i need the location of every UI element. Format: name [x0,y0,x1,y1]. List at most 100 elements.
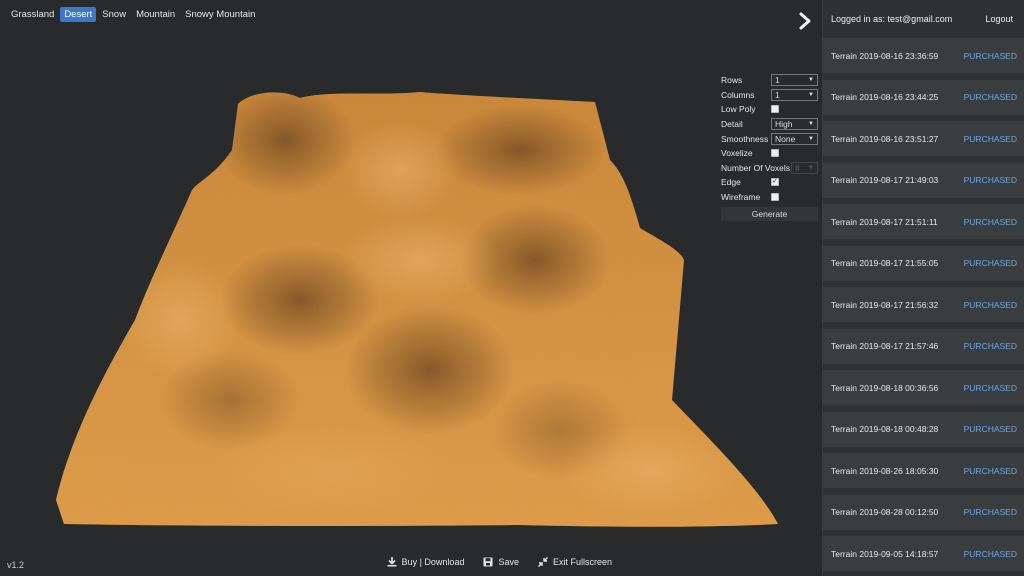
detail-select[interactable]: High ▼ [771,118,818,131]
low-poly-checkbox[interactable] [771,105,779,114]
save-button[interactable]: Save [483,557,519,567]
purchase-name: Terrain 2019-08-16 23:36:59 [831,50,939,61]
columns-row: Columns 1 ▼ [721,88,818,103]
purchase-item[interactable]: Terrain 2019-08-28 00:12:50 PURCHASED [823,494,1024,530]
purchase-item[interactable]: Terrain 2019-08-26 18:05:30 PURCHASED [823,453,1024,488]
num-voxels-row: Number Of Voxels 8 ▼ [721,161,818,176]
purchase-list: Terrain 2019-08-16 23:36:59 PURCHASED Terr… [823,38,1024,571]
edge-checkbox[interactable]: ✓ [771,178,779,187]
tab-snowy-mountain[interactable]: Snowy Mountain [181,7,259,22]
num-voxels-select[interactable]: 8 ▼ [791,161,818,174]
columns-label: Columns [721,89,755,100]
tab-desert[interactable]: Desert [60,7,97,22]
purchase-name: Terrain 2019-08-17 21:49:03 [831,175,939,185]
purchase-status[interactable]: PURCHASED [964,92,1017,102]
buy-download-label: Buy | Download [401,557,465,567]
terrain-viewport[interactable]: Grassland Desert Snow Mountain Snowy Mou… [0,0,822,576]
biome-tabs: Grassland Desert Snow Mountain Snowy Mou… [7,7,259,22]
detail-row: Detail High ▼ [721,117,818,132]
purchase-item[interactable]: Terrain 2019-09-05 14:18:57 PURCHASED [823,536,1024,571]
smoothness-value: None [775,133,796,144]
voxelize-row: Voxelize [721,146,818,161]
purchase-status[interactable]: PURCHASED [964,466,1017,476]
chevron-down-icon: ▼ [808,135,814,142]
purchase-name: Terrain 2019-08-17 21:57:46 [831,341,939,351]
smoothness-select[interactable]: None ▼ [771,132,818,145]
chevron-down-icon: ▼ [808,164,814,171]
wireframe-label: Wireframe [721,192,761,203]
compress-icon [537,557,548,567]
rows-label: Rows [721,75,743,86]
purchase-status[interactable]: PURCHASED [964,549,1017,559]
save-icon [483,557,493,567]
purchase-status[interactable]: PURCHASED [964,217,1017,227]
sidebar-header: Logged in as: test@gmail.com Logout [823,0,1024,38]
low-poly-label: Low Poly [721,104,756,115]
purchase-status[interactable]: PURCHASED [964,300,1017,310]
purchase-item[interactable]: Terrain 2019-08-16 23:44:25 PURCHASED [823,79,1024,115]
terrain-mesh [56,92,778,527]
purchase-name: Terrain 2019-08-28 00:12:50 [831,507,939,517]
columns-select[interactable]: 1 ▼ [771,88,818,101]
purchase-status[interactable]: PURCHASED [964,383,1017,393]
purchase-status[interactable]: PURCHASED [964,424,1017,434]
rows-row: Rows 1 ▼ [721,73,818,88]
chevron-down-icon: ▼ [808,91,814,98]
purchase-status[interactable]: PURCHASED [964,51,1017,61]
terrain-render[interactable] [0,0,822,576]
purchase-status[interactable]: PURCHASED [964,507,1017,517]
edge-label: Edge [721,177,741,188]
purchase-name: Terrain 2019-08-16 23:44:25 [831,92,939,102]
purchase-status[interactable]: PURCHASED [964,134,1017,144]
purchase-item[interactable]: Terrain 2019-08-16 23:51:27 PURCHASED [823,121,1024,156]
smoothness-label: Smoothness [721,133,769,144]
edge-row: Edge ✓ [721,175,818,190]
purchase-status[interactable]: PURCHASED [964,258,1017,268]
chevron-down-icon: ▼ [808,77,814,84]
purchase-item[interactable]: Terrain 2019-08-17 21:57:46 PURCHASED [823,328,1024,364]
purchase-name: Terrain 2019-08-17 21:56:32 [831,299,939,310]
purchase-name: Terrain 2019-08-18 00:36:56 [831,382,939,393]
purchase-status[interactable]: PURCHASED [964,175,1017,185]
num-voxels-value: 8 [795,162,800,173]
low-poly-row: Low Poly [721,102,818,117]
smoothness-row: Smoothness None ▼ [721,131,818,146]
logout-link[interactable]: Logout [985,14,1013,24]
columns-value: 1 [775,89,780,100]
purchase-name: Terrain 2019-08-16 23:51:27 [831,133,939,144]
voxelize-label: Voxelize [721,148,753,159]
tab-mountain[interactable]: Mountain [132,7,179,22]
check-icon: ✓ [772,178,778,186]
chevron-right-icon[interactable] [797,12,813,30]
purchase-item[interactable]: Terrain 2019-08-17 21:51:11 PURCHASED [823,204,1024,239]
detail-value: High [775,119,793,130]
footer-actions: Buy | Download Save Exit Fullscreen [387,557,612,567]
buy-download-button[interactable]: Buy | Download [387,557,465,567]
rows-select[interactable]: 1 ▼ [771,74,818,87]
purchase-item[interactable]: Terrain 2019-08-17 21:49:03 PURCHASED [823,162,1024,198]
purchases-sidebar: Logged in as: test@gmail.com Logout Terr… [822,0,1024,576]
generate-button[interactable]: Generate [721,207,818,222]
download-icon [387,557,397,567]
version-label: v1.2 [7,560,25,570]
purchase-name: Terrain 2019-08-26 18:05:30 [831,465,939,476]
purchase-item[interactable]: Terrain 2019-08-17 21:56:32 PURCHASED [823,287,1024,322]
num-voxels-label: Number Of Voxels [721,162,790,173]
tab-grassland[interactable]: Grassland [7,7,58,22]
exit-fullscreen-button[interactable]: Exit Fullscreen [537,557,612,567]
tab-snow[interactable]: Snow [98,7,130,22]
wireframe-row: Wireframe [721,190,818,205]
purchase-item[interactable]: Terrain 2019-08-17 21:55:05 PURCHASED [823,245,1024,281]
purchase-item[interactable]: Terrain 2019-08-16 23:36:59 PURCHASED [823,38,1024,73]
save-label: Save [498,557,519,567]
purchase-item[interactable]: Terrain 2019-08-18 00:48:28 PURCHASED [823,411,1024,447]
purchase-item[interactable]: Terrain 2019-08-18 00:36:56 PURCHASED [823,370,1024,405]
purchase-name: Terrain 2019-09-05 14:18:57 [831,548,939,559]
wireframe-checkbox[interactable] [771,193,779,202]
logged-in-label: Logged in as: test@gmail.com [831,14,953,24]
purchase-status[interactable]: PURCHASED [964,341,1017,351]
detail-label: Detail [721,119,743,130]
voxelize-checkbox[interactable] [771,149,779,158]
purchase-name: Terrain 2019-08-18 00:48:28 [831,424,939,434]
purchase-name: Terrain 2019-08-17 21:51:11 [831,216,938,227]
